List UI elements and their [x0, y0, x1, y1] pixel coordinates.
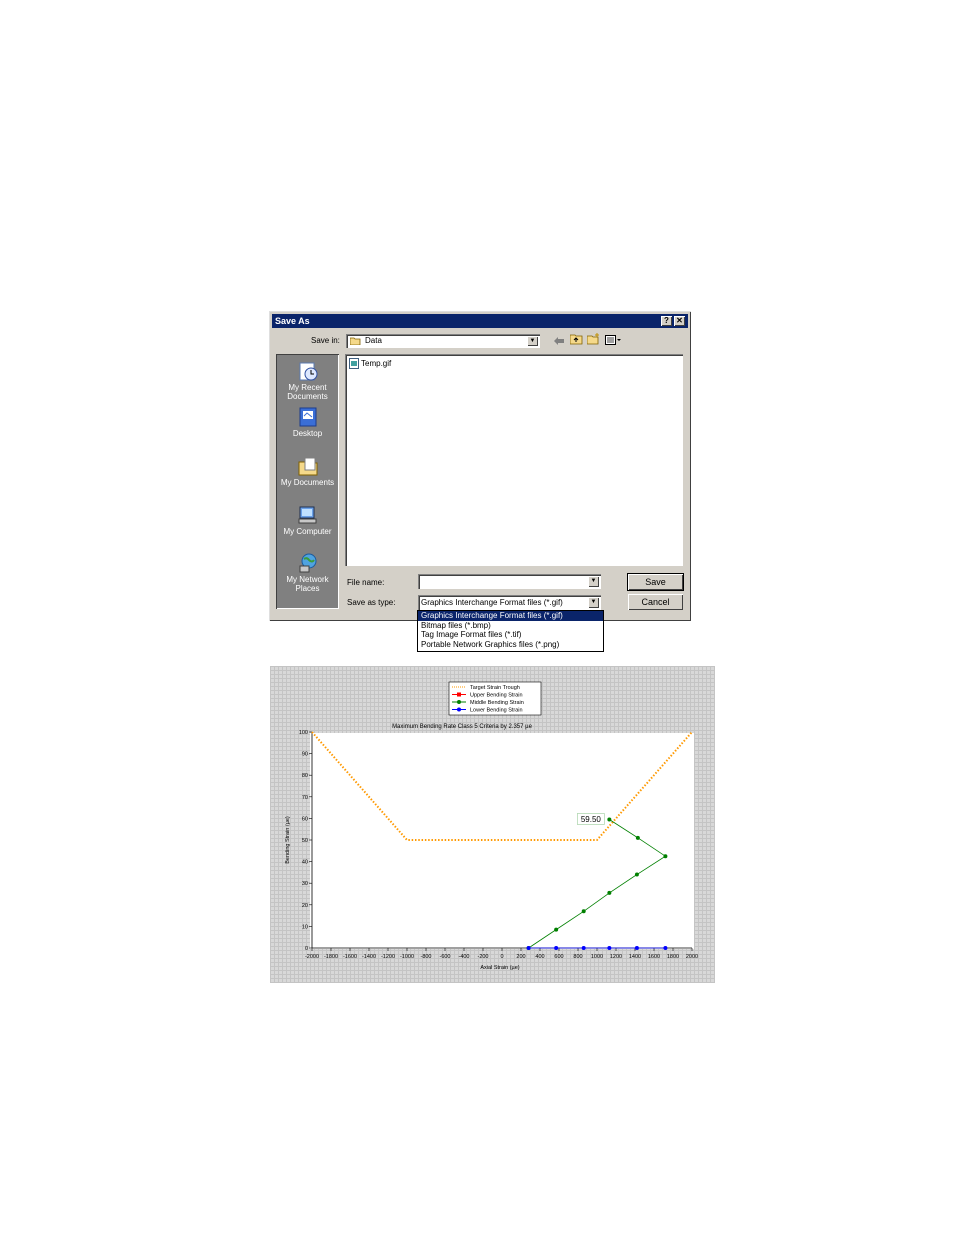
- bending-strain-chart: Target Strain Trough Upper Bending Strai…: [285, 681, 698, 971]
- type-option-bmp[interactable]: Bitmap files (*.bmp): [418, 621, 603, 631]
- file-name: Temp.gif: [361, 359, 392, 368]
- legend-entry-middle: Middle Bending Strain: [470, 700, 524, 706]
- place-my-documents[interactable]: My Documents: [276, 455, 339, 487]
- y-tick-label: 10: [302, 924, 308, 930]
- series-point-2: [634, 872, 639, 877]
- x-tick-label: 200: [516, 954, 525, 960]
- file-name-label: File name:: [347, 578, 385, 587]
- place-my-recent-documents[interactable]: My Recent Documents: [276, 360, 339, 401]
- save-in-label: Save in:: [311, 336, 340, 345]
- y-tick-label: 50: [302, 838, 308, 844]
- series-point-3: [526, 946, 531, 950]
- x-tick-label: 2000: [686, 954, 698, 960]
- x-tick-label: -1400: [362, 954, 376, 960]
- type-option-tif[interactable]: Tag Image Format files (*.tif): [418, 630, 603, 640]
- series-point-3: [663, 946, 668, 950]
- my-documents-icon: [298, 457, 317, 476]
- y-axis-label: Bending Strain (µe): [285, 816, 291, 864]
- place-my-network-places[interactable]: My Network Places: [276, 552, 339, 593]
- save-as-dialog: Save As ? ✕ Save in: Data ▼ My Recent Do…: [269, 311, 691, 621]
- legend-entry-target: Target Strain Trough: [470, 685, 520, 691]
- chevron-down-icon[interactable]: ▼: [527, 336, 538, 346]
- y-tick-label: 80: [302, 773, 308, 779]
- x-tick-label: -800: [420, 954, 431, 960]
- annotation-label: 59.50: [581, 815, 602, 824]
- place-my-computer[interactable]: My Computer: [276, 504, 339, 536]
- places-bar: My Recent Documents Desktop My Documents: [276, 354, 339, 609]
- chart-panel: Target Strain Trough Upper Bending Strai…: [270, 666, 715, 983]
- views-menu-icon[interactable]: [605, 335, 622, 345]
- series-point-2: [554, 927, 559, 932]
- back-icon[interactable]: [554, 337, 565, 345]
- x-tick-label: -1000: [400, 954, 414, 960]
- y-tick-label: 40: [302, 860, 308, 866]
- series-point-2: [607, 890, 612, 895]
- desktop-icon: [299, 407, 316, 427]
- dialog-title: Save As: [275, 316, 310, 326]
- series-point-2: [663, 854, 668, 859]
- folder-icon: [350, 337, 361, 345]
- type-option-png[interactable]: Portable Network Graphics files (*.png): [418, 640, 603, 650]
- save-as-type-select[interactable]: Graphics Interchange Format files (*.gif…: [418, 595, 601, 610]
- legend: Target Strain Trough Upper Bending Strai…: [448, 681, 542, 716]
- network-places-icon: [299, 553, 316, 573]
- place-desktop[interactable]: Desktop: [276, 406, 339, 438]
- x-tick-label: 1400: [629, 954, 641, 960]
- legend-entry-upper: Upper Bending Strain: [470, 693, 523, 699]
- x-tick-label: -200: [477, 954, 488, 960]
- x-tick-label: -600: [439, 954, 450, 960]
- x-tick-label: 600: [554, 954, 563, 960]
- chevron-down-icon[interactable]: ▼: [588, 597, 599, 608]
- y-tick-label: 60: [302, 816, 308, 822]
- help-button[interactable]: ?: [661, 316, 672, 326]
- x-tick-label: -400: [458, 954, 469, 960]
- x-tick-label: 1000: [591, 954, 603, 960]
- save-as-type-label: Save as type:: [347, 598, 396, 607]
- x-tick-label: 1600: [648, 954, 660, 960]
- chevron-down-icon[interactable]: ▼: [588, 576, 599, 587]
- y-tick-label: 70: [302, 795, 308, 801]
- cancel-button[interactable]: Cancel: [628, 594, 683, 610]
- series-point-2: [581, 909, 586, 914]
- x-tick-label: -1600: [343, 954, 357, 960]
- save-button[interactable]: Save: [627, 573, 684, 591]
- series-point-3: [554, 946, 559, 950]
- series-point-3: [634, 946, 639, 950]
- chart-title: Maximum Bending Rate Class 5 Criteria by…: [392, 724, 533, 730]
- my-computer-icon: [298, 506, 316, 524]
- series-point-3: [581, 946, 586, 950]
- series-point-2: [607, 817, 612, 822]
- file-list[interactable]: Temp.gif: [345, 354, 683, 566]
- x-tick-label: 800: [573, 954, 582, 960]
- new-folder-icon[interactable]: [587, 333, 600, 345]
- x-tick-label: -1200: [381, 954, 395, 960]
- series-point-3: [607, 946, 612, 950]
- y-tick-label: 20: [302, 903, 308, 909]
- file-name-input[interactable]: ▼: [418, 574, 601, 589]
- type-dropdown-list: Graphics Interchange Format files (*.gif…: [417, 610, 604, 652]
- y-tick-label: 0: [305, 946, 308, 952]
- y-tick-label: 30: [302, 881, 308, 887]
- type-option-gif[interactable]: Graphics Interchange Format files (*.gif…: [418, 611, 603, 621]
- up-folder-icon[interactable]: [570, 333, 583, 345]
- x-tick-label: 0: [500, 954, 503, 960]
- x-tick-label: 400: [535, 954, 544, 960]
- close-button[interactable]: ✕: [674, 316, 685, 326]
- x-tick-label: 1800: [667, 954, 679, 960]
- title-bar[interactable]: Save As ? ✕: [272, 314, 688, 328]
- y-tick-label: 100: [299, 730, 308, 736]
- save-in-value: Data: [365, 336, 382, 345]
- x-tick-label: 1200: [610, 954, 622, 960]
- x-tick-label: -1800: [324, 954, 338, 960]
- series-point-2: [635, 835, 640, 840]
- gif-file-icon: [349, 358, 359, 369]
- legend-entry-lower: Lower Bending Strain: [470, 708, 523, 714]
- save-in-select[interactable]: Data ▼: [346, 334, 540, 348]
- x-axis-label: Axial Strain (µe): [480, 965, 519, 971]
- y-tick-label: 90: [302, 752, 308, 758]
- x-tick-label: -2000: [305, 954, 319, 960]
- recent-documents-icon: [299, 362, 317, 381]
